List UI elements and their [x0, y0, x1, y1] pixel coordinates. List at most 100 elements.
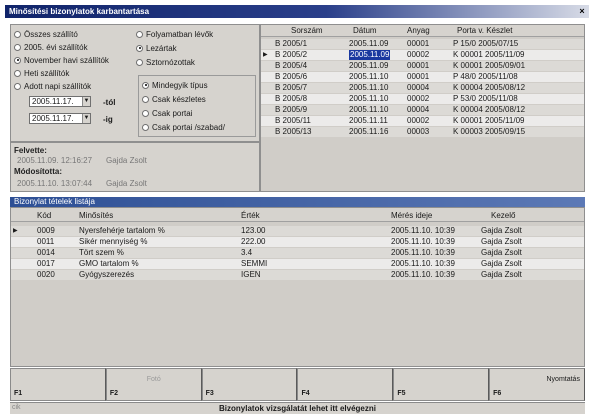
document-row[interactable]: B 2005/8 2005.11.10 00002 P 53/0 2005/11/08	[261, 94, 584, 104]
period-option-month[interactable]: November havi szállítók	[14, 55, 109, 65]
f2-photo-button[interactable]: Fotó F2	[105, 368, 202, 401]
type-option-stock[interactable]: Csak készletes	[142, 94, 206, 104]
cell-porta: P 15/0 2005/07/15	[453, 39, 519, 48]
document-row[interactable]: B 2005/13 2005.11.16 00003 K 00003 2005/09/…	[261, 127, 584, 137]
documents-grid[interactable]: Sorszám Dátum Anyag Porta v. Készlet B 2…	[260, 24, 585, 192]
cell-anyag: 00001	[407, 39, 430, 48]
to-date-picker[interactable]: 2005.11.17. ▼	[29, 113, 91, 124]
column-header-datum[interactable]: Dátum	[353, 26, 377, 35]
type-option-gate-free[interactable]: Csak portai /szabad/	[142, 122, 225, 132]
cell-kezelo: Gajda Zsolt	[481, 259, 522, 268]
function-key-bar: F1 Fotó F2 F3 F4 F5 Nyomtatás F6	[10, 368, 585, 401]
item-row[interactable]: 0017 GMO tartalom % SEMMI 2005.11.10. 10:39…	[11, 259, 584, 269]
cell-datum: 2005.11.11	[349, 116, 388, 125]
cell-ertek: IGEN	[241, 270, 261, 279]
created-timestamp: 2005.11.09. 12:16:27	[17, 156, 93, 165]
column-header-meres-ideje[interactable]: Mérés ideje	[391, 211, 432, 220]
cell-porta: K 00001 2005/09/01	[453, 61, 526, 70]
period-option-day[interactable]: Adott napi szállítók	[14, 81, 91, 91]
period-option-year[interactable]: 2005. évi szállítók	[14, 42, 88, 52]
document-row[interactable]: B 2005/11 2005.11.11 00002 K 00001 2005/11/…	[261, 116, 584, 126]
f6-print-button[interactable]: Nyomtatás F6	[489, 368, 585, 401]
item-row[interactable]: ▶ 0009 Nyersfehérje tartalom % 123.00 2005.1…	[11, 226, 584, 236]
cell-kezelo: Gajda Zsolt	[481, 237, 522, 246]
cell-sorszam: B 2005/11	[275, 116, 311, 125]
cell-datum: 2005.11.09	[349, 39, 389, 48]
close-icon[interactable]: ×	[577, 5, 587, 17]
cell-meres: 2005.11.10. 10:39	[391, 237, 455, 246]
cell-anyag: 00004	[407, 83, 430, 92]
status-option-cancelled[interactable]: Sztornózottak	[136, 57, 195, 67]
f4-button[interactable]: F4	[297, 368, 394, 401]
items-grid[interactable]: Kód Minősítés Érték Mérés ideje Kezelő ▶…	[10, 207, 585, 367]
cell-porta: K 00004 2005/08/12	[453, 83, 526, 92]
cell-porta: P 53/0 2005/11/08	[453, 94, 518, 103]
f5-button[interactable]: F5	[393, 368, 490, 401]
created-label: Felvette:	[14, 146, 47, 155]
column-header-minosites[interactable]: Minősítés	[79, 211, 113, 220]
column-header-sorszam[interactable]: Sorszám	[291, 26, 323, 35]
f3-button[interactable]: F3	[201, 368, 298, 401]
cell-anyag: 00004	[407, 105, 430, 114]
document-row[interactable]: B 2005/4 2005.11.09 00001 K 00001 2005/09/0…	[261, 61, 584, 71]
cell-datum: 2005.11.10	[349, 94, 389, 103]
chevron-down-icon[interactable]: ▼	[82, 114, 90, 123]
cell-minosites: Nyersfehérje tartalom %	[79, 226, 165, 235]
cell-kezelo: Gajda Zsolt	[481, 270, 522, 279]
status-option-in-progress[interactable]: Folyamatban lévők	[136, 29, 213, 39]
document-row[interactable]: B 2005/1 2005.11.09 00001 P 15/0 2005/07/15	[261, 39, 584, 49]
modified-timestamp: 2005.11.10. 13:07:44	[17, 179, 93, 188]
type-option-gate[interactable]: Csak portai	[142, 108, 192, 118]
cell-minosites: GMO tartalom %	[79, 259, 139, 268]
column-header-ertek[interactable]: Érték	[241, 211, 260, 220]
chevron-down-icon[interactable]: ▼	[82, 97, 90, 106]
cell-sorszam: B 2005/6	[275, 72, 308, 81]
item-row[interactable]: 0011 Sikér mennyiség % 222.00 2005.11.10. 1…	[11, 237, 584, 247]
column-header-kezelo[interactable]: Kezelő	[491, 211, 515, 220]
status-message: Bizonylatok vizsgálatát lehet itt elvége…	[219, 404, 376, 413]
current-row-pointer-icon: ▶	[263, 52, 268, 58]
item-row[interactable]: 0020 Gyógyszerezés IGEN 2005.11.10. 10:39 Ga…	[11, 270, 584, 280]
window-title: Minősítési bizonylatok karbantartása	[9, 7, 150, 16]
item-row[interactable]: 0014 Tört szem % 3.4 2005.11.10. 10:39 Gajda…	[11, 248, 584, 258]
column-header-kod[interactable]: Kód	[37, 211, 51, 220]
cell-sorszam: B 2005/13	[275, 127, 312, 136]
items-grid-header: Kód Minősítés Érték Mérés ideje Kezelő	[11, 208, 584, 222]
cell-anyag: 00002	[407, 50, 430, 59]
cell-sorszam: B 2005/7	[275, 83, 308, 92]
cell-datum: 2005.11.10	[349, 72, 389, 81]
cell-ertek: 3.4	[241, 248, 253, 257]
modified-label: Módosította:	[14, 167, 62, 176]
cell-datum: 2005.11.09	[349, 61, 389, 70]
cell-datum: 2005.11.09	[349, 50, 391, 60]
status-bar: cik Bizonylatok vizsgálatát lehet itt el…	[10, 402, 585, 414]
document-row[interactable]: B 2005/9 2005.11.10 00004 K 00004 2005/08/1…	[261, 105, 584, 115]
cell-minosites: Tört szem %	[79, 248, 124, 257]
f1-button[interactable]: F1	[10, 368, 106, 401]
cell-ertek: 123.00	[241, 226, 266, 235]
column-header-porta[interactable]: Porta v. Készlet	[457, 26, 512, 35]
from-date-picker[interactable]: 2005.11.17. ▼	[29, 96, 91, 107]
period-option-all[interactable]: Összes szállító	[14, 29, 78, 39]
cell-meres: 2005.11.10. 10:39	[391, 259, 455, 268]
document-row[interactable]: ▶ B 2005/2 2005.11.09 00002 K 00001 2005/11/…	[261, 50, 584, 60]
document-row[interactable]: B 2005/6 2005.11.10 00001 P 48/0 2005/11/08	[261, 72, 584, 82]
status-option-closed[interactable]: Lezártak	[136, 43, 177, 53]
cell-datum: 2005.11.10	[349, 83, 389, 92]
period-option-week[interactable]: Heti szállítók	[14, 68, 69, 78]
cell-datum: 2005.11.16	[349, 127, 389, 136]
cell-ertek: SEMMI	[241, 259, 268, 268]
cell-sorszam: B 2005/8	[275, 94, 308, 103]
radio-selected-icon	[142, 81, 149, 89]
type-option-all[interactable]: Mindegyik típus	[142, 80, 208, 90]
document-row[interactable]: B 2005/7 2005.11.10 00004 K 00004 2005/08/1…	[261, 83, 584, 93]
radio-icon	[14, 82, 21, 90]
column-header-anyag[interactable]: Anyag	[407, 26, 430, 35]
cell-anyag: 00002	[407, 94, 430, 103]
cell-meres: 2005.11.10. 10:39	[391, 226, 455, 235]
cell-porta: K 00004 2005/08/12	[453, 105, 526, 114]
modified-user: Gajda Zsolt	[106, 179, 147, 188]
record-info-panel: Felvette: 2005.11.09. 12:16:27 Gajda Zso…	[10, 142, 260, 192]
cell-kod: 0009	[37, 226, 55, 235]
cell-porta: P 48/0 2005/11/08	[453, 72, 518, 81]
